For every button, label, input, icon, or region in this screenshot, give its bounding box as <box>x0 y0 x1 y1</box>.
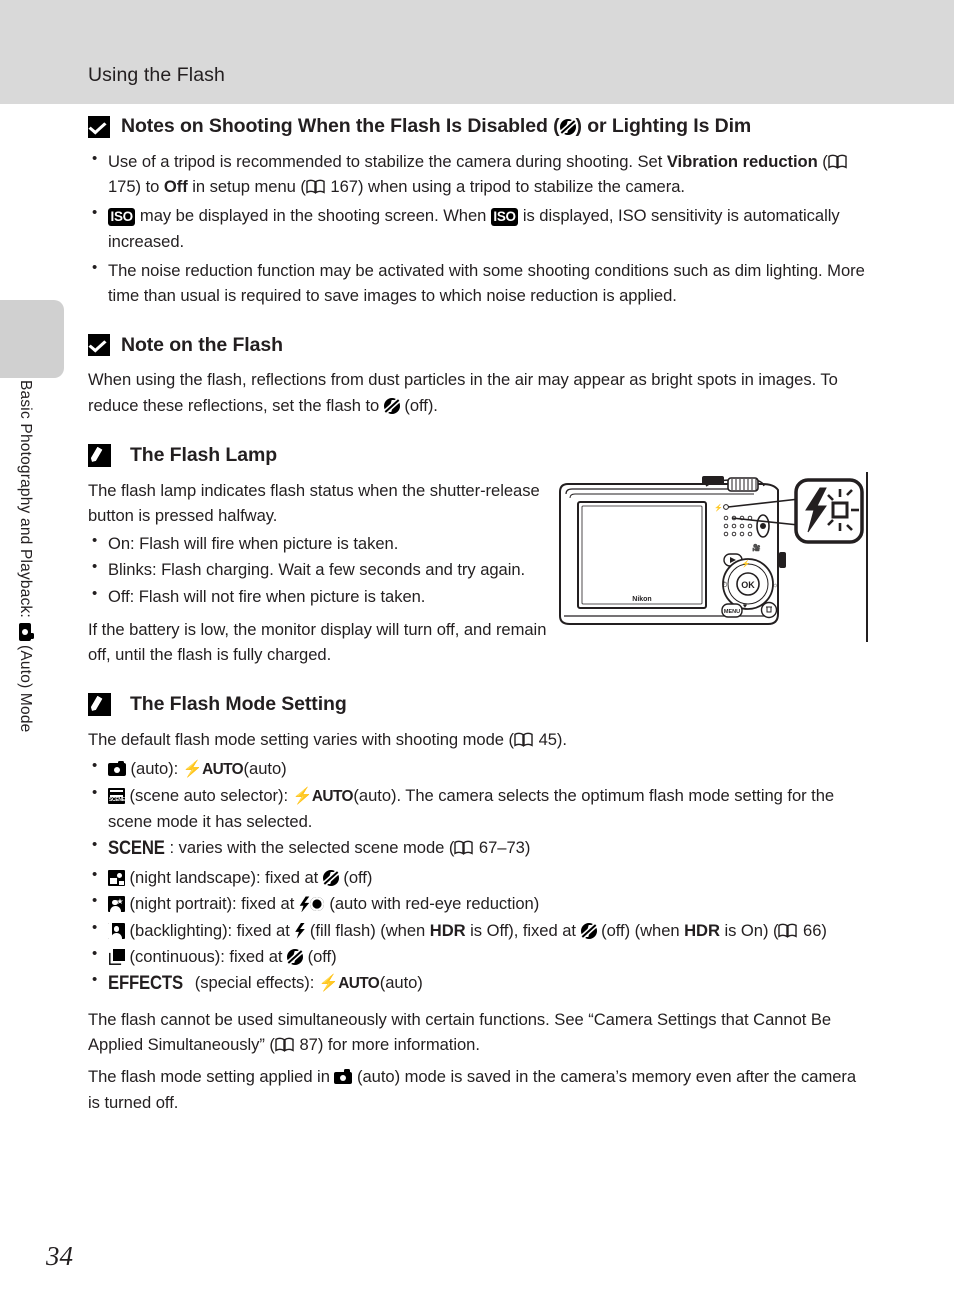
list-item: (auto): ⚡AUTO (auto) <box>88 754 866 782</box>
svg-text:☼: ☼ <box>772 582 778 589</box>
book-icon <box>306 179 325 195</box>
svg-text:MENU: MENU <box>724 609 740 615</box>
flash-auto-icon: ⚡AUTO <box>318 975 380 993</box>
flash-off-icon <box>383 397 400 414</box>
flash-lamp-intro: The flash lamp indicates flash status wh… <box>88 480 540 525</box>
camera-rear-illustration: Nikon ⚡ 🎥 OK ⚡ ⏱ ☼ ♥ MENU <box>556 474 868 634</box>
flash-lamp-outro: If the battery is low, the monitor displ… <box>88 619 547 665</box>
note-heading-text: The Flash Mode Setting <box>130 693 347 716</box>
list-item: (backlighting): fixed at (fill flash) (w… <box>88 917 866 943</box>
caution-check-icon <box>88 334 110 357</box>
flash-mode-closing-2: The flash mode setting applied in (auto)… <box>88 1067 857 1112</box>
flash-lamp-text-column: The flash lamp indicates flash status wh… <box>88 478 550 668</box>
list-item: Blinks: Flash charging. Wait a few secon… <box>88 556 550 582</box>
chapter-label: Basic Photography and Playback: (Auto) M… <box>16 380 34 880</box>
flash-mode-closing-1: The flash cannot be used simultaneously … <box>88 1009 832 1055</box>
caution-check-icon <box>88 116 110 138</box>
term-vibration-reduction: Vibration reduction <box>666 152 818 171</box>
list-item: Off: Flash will not fire when picture is… <box>88 583 550 609</box>
flash-auto-icon: ⚡AUTO <box>182 760 244 778</box>
chapter-tab-marker <box>0 300 64 378</box>
list-item: The noise reduction function may be acti… <box>88 257 866 308</box>
note-heading-text: Notes on Shooting When the Flash Is Disa… <box>121 115 752 138</box>
note-heading-text: Note on the Flash <box>121 333 283 356</box>
svg-text:Nikon: Nikon <box>632 596 651 603</box>
term-off: Off <box>163 177 188 197</box>
flash-off-icon <box>559 119 576 136</box>
svg-text:OK: OK <box>741 580 755 590</box>
camera-auto-icon <box>19 623 34 641</box>
scene-auto-selector-icon <box>108 787 125 804</box>
book-icon <box>275 1037 294 1053</box>
red-eye-reduction-icon <box>299 896 325 912</box>
book-icon <box>514 732 533 748</box>
iso-badge-icon: ISO <box>108 208 136 226</box>
book-icon <box>828 154 847 169</box>
list-item: Use of a tripod is recommended to stabil… <box>88 148 866 199</box>
note-on-flash: Note on the Flash When using the flash, … <box>88 334 866 417</box>
note-flash-disabled: Notes on Shooting When the Flash Is Disa… <box>88 116 866 308</box>
page-number: 34 <box>46 1241 73 1271</box>
svg-text:⚡: ⚡ <box>714 503 723 512</box>
camera-auto-icon <box>334 1069 353 1085</box>
flash-mode-intro: The default flash mode setting varies wi… <box>88 730 567 750</box>
note-heading-flash-lamp: The Flash Lamp <box>88 444 866 467</box>
flash-lamp-bullets: On: Flash will fire when picture is take… <box>88 530 550 609</box>
tip-pencil-icon <box>88 693 111 717</box>
note-heading-flash-disabled: Notes on Shooting When the Flash Is Disa… <box>88 116 866 138</box>
list-item: On: Flash will fire when picture is take… <box>88 530 550 556</box>
flash-mode-bullets: (auto): ⚡AUTO (auto) (scene auto selecto… <box>88 754 866 999</box>
svg-text:⏱: ⏱ <box>722 581 728 589</box>
chapter-label-before: Basic Photography and Playback: <box>17 380 34 618</box>
flash-lamp-blinking-callout <box>794 478 864 544</box>
list-item: (scene auto selector): ⚡AUTO (auto). The… <box>88 782 866 835</box>
svg-text:⚡: ⚡ <box>742 559 751 568</box>
flash-auto-icon: ⚡AUTO <box>292 787 354 805</box>
note-flash-disabled-bullets: Use of a tripod is recommended to stabil… <box>88 148 866 308</box>
svg-text:🎥: 🎥 <box>752 543 761 552</box>
continuous-icon <box>108 948 125 965</box>
page-header-band <box>0 0 954 104</box>
tip-pencil-icon <box>88 443 111 467</box>
book-icon <box>454 840 474 856</box>
chapter-label-after: (Auto) Mode <box>17 645 34 733</box>
backlighting-icon <box>108 922 125 939</box>
list-item: EFFECTS (special effects): ⚡AUTO (auto) <box>88 969 866 999</box>
effects-wordmark: EFFECTS <box>108 973 183 995</box>
page-title: Using the Flash <box>88 64 225 86</box>
night-portrait-icon: ★ <box>108 896 125 913</box>
night-landscape-icon <box>108 870 125 887</box>
iso-badge-icon: ISO <box>490 208 519 226</box>
camera-auto-icon <box>108 760 126 776</box>
svg-text:♥: ♥ <box>743 603 747 610</box>
flash-off-icon <box>322 870 339 887</box>
note-heading-on-flash: Note on the Flash <box>88 333 866 357</box>
note-heading-flash-mode-setting: The Flash Mode Setting <box>88 693 866 717</box>
scene-wordmark: SCENE <box>108 838 165 860</box>
book-icon <box>778 923 798 938</box>
note-flash-mode-setting: The Flash Mode Setting The default flash… <box>88 693 866 1115</box>
list-item: (night landscape): fixed at (off) <box>88 864 866 890</box>
flash-off-icon <box>580 922 597 939</box>
list-item: (continuous): fixed at (off) <box>88 943 866 969</box>
fill-flash-icon <box>294 923 305 939</box>
list-item: ISO may be displayed in the shooting scr… <box>88 202 866 253</box>
term-hdr: HDR <box>429 920 466 940</box>
term-hdr: HDR <box>684 920 720 940</box>
note-heading-text: The Flash Lamp <box>130 443 278 466</box>
list-item: ★ (night portrait): fixed at (auto with … <box>88 890 866 916</box>
note-on-flash-paragraph: When using the flash, reflections from d… <box>88 370 838 415</box>
flash-off-icon <box>287 948 304 965</box>
list-item: SCENE: varies with the selected scene mo… <box>88 834 866 864</box>
